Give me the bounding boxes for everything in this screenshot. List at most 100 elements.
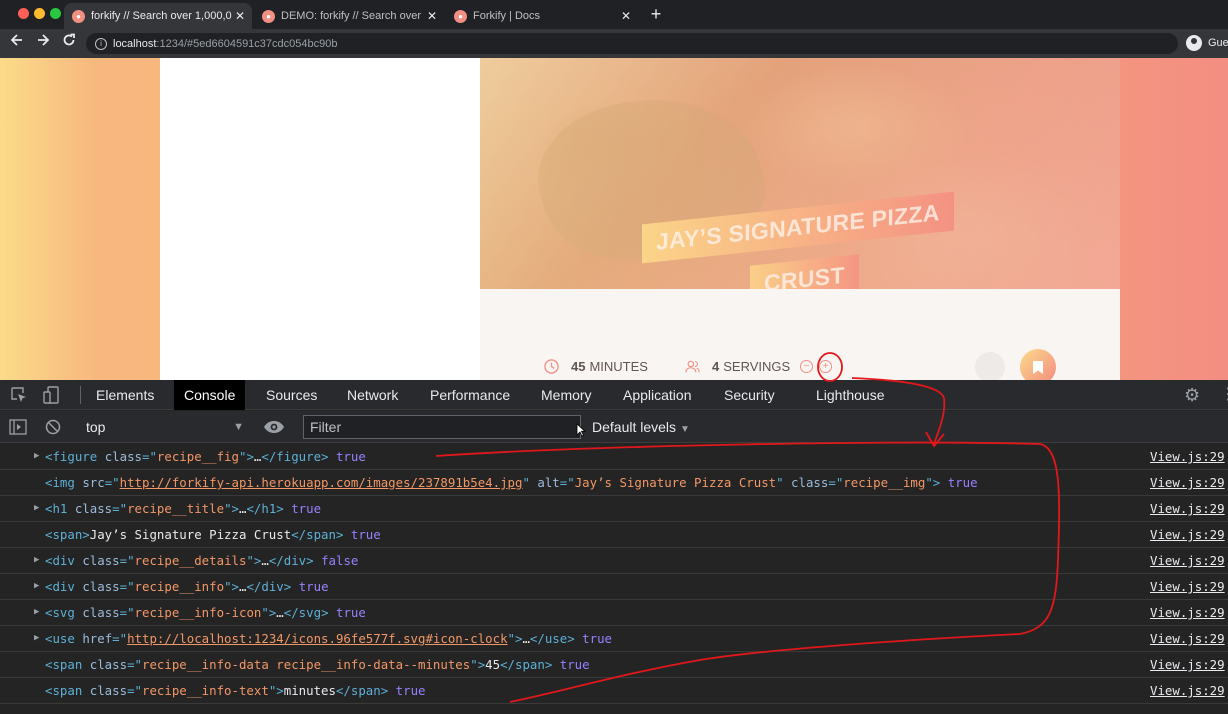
arrow-right-icon[interactable] bbox=[33, 33, 53, 53]
close-tab-icon[interactable]: ✕ bbox=[618, 9, 634, 23]
profile-icon bbox=[1186, 35, 1202, 51]
info-icon[interactable]: i bbox=[95, 37, 107, 50]
console-log-row: <span class="recipe__info-data recipe__i… bbox=[0, 652, 1228, 678]
expand-caret-icon[interactable]: ▶ bbox=[34, 626, 39, 651]
tab-network[interactable]: Network bbox=[337, 380, 408, 410]
tab-memory[interactable]: Memory bbox=[531, 380, 602, 410]
forkify-app: JAY’S SIGNATURE PIZZA CRUST 45 MINUTES 4… bbox=[160, 58, 1120, 380]
profile-label: Gue bbox=[1208, 37, 1228, 49]
address-bar[interactable]: i localhost:1234/#5ed6604591c37cdc054bc9… bbox=[86, 33, 1178, 54]
devtools-separator bbox=[80, 386, 81, 404]
console-log-message: <span class="recipe__info-text">minutes<… bbox=[45, 683, 426, 698]
devtools-tab-bar: Elements Console Sources Network Perform… bbox=[0, 380, 1228, 410]
console-source-link[interactable]: View.js:29 bbox=[1150, 574, 1225, 599]
tab-title: DEMO: forkify // Search over 1, bbox=[281, 10, 424, 22]
console-source-link[interactable]: View.js:29 bbox=[1150, 652, 1225, 677]
tab-sources[interactable]: Sources bbox=[256, 380, 327, 410]
console-log-message: <span class="recipe__info-data recipe__i… bbox=[45, 657, 590, 672]
url-path: :1234/#5ed6604591c37cdc054bc90b bbox=[156, 37, 338, 50]
minimize-window-button[interactable] bbox=[34, 8, 45, 19]
console-log-row[interactable]: ▶ <svg class="recipe__info-icon">…</svg> … bbox=[0, 600, 1228, 626]
console-log-message: <use href="http://localhost:1234/icons.9… bbox=[45, 631, 612, 646]
bookmark-icon bbox=[1033, 360, 1043, 374]
console-log-message: <div class="recipe__info">…</div> true bbox=[45, 579, 329, 594]
servings-label: SERVINGS bbox=[723, 359, 791, 374]
recipe-details: 45 MINUTES 4 SERVINGS − + bbox=[480, 289, 1120, 380]
recipe-figure: JAY’S SIGNATURE PIZZA CRUST bbox=[480, 58, 1120, 289]
reload-icon[interactable] bbox=[59, 33, 79, 53]
browser-tab-forkify[interactable]: ● forkify // Search over 1,000,000 ✕ bbox=[64, 3, 252, 29]
decrease-servings-button[interactable]: − bbox=[800, 360, 813, 373]
console-log-message: <h1 class="recipe__title">…</h1> true bbox=[45, 501, 322, 516]
expand-caret-icon[interactable]: ▶ bbox=[34, 574, 39, 599]
javascript-context-select[interactable]: top ▼ bbox=[78, 411, 248, 443]
console-log-row[interactable]: ▶ <div class="recipe__details">…</div> fa… bbox=[0, 548, 1228, 574]
console-source-link[interactable]: View.js:29 bbox=[1150, 678, 1225, 703]
browser-tab-strip: ● forkify // Search over 1,000,000 ✕ ● D… bbox=[0, 0, 1228, 29]
console-log-row[interactable]: ▶ <h1 class="recipe__title">…</h1> true Vi… bbox=[0, 496, 1228, 522]
console-source-link[interactable]: View.js:29 bbox=[1150, 522, 1225, 547]
expand-caret-icon[interactable]: ▶ bbox=[34, 548, 39, 573]
gear-icon[interactable]: ⚙ bbox=[1184, 386, 1200, 404]
console-log-message: <img src="http://forkify-api.herokuapp.c… bbox=[45, 475, 978, 490]
tab-title: Forkify | Docs bbox=[473, 10, 541, 22]
console-log-row: <span>Jay’s Signature Pizza Crust</span>… bbox=[0, 522, 1228, 548]
profile-button[interactable]: Gue bbox=[1186, 35, 1228, 51]
arrow-left-icon[interactable] bbox=[7, 33, 27, 53]
chevron-down-icon: ▼ bbox=[233, 421, 244, 433]
recipe-title-line-2: CRUST bbox=[750, 254, 859, 289]
recipe-image bbox=[523, 72, 777, 284]
expand-caret-icon[interactable]: ▶ bbox=[34, 600, 39, 625]
console-messages: ▶ <figure class="recipe__fig">…</figure> … bbox=[0, 444, 1228, 714]
close-tab-icon[interactable]: ✕ bbox=[232, 9, 248, 23]
console-log-message: <figure class="recipe__fig">…</figure> t… bbox=[45, 449, 366, 464]
forkify-favicon-icon: ● bbox=[454, 9, 467, 23]
show-sidebar-icon[interactable] bbox=[9, 419, 27, 435]
search-results-panel bbox=[160, 58, 480, 380]
inspect-element-icon[interactable] bbox=[10, 386, 28, 404]
eye-icon[interactable] bbox=[263, 420, 285, 434]
new-tab-button[interactable]: + bbox=[646, 4, 666, 24]
console-log-row[interactable]: ▶ <div class="recipe__info">…</div> true V… bbox=[0, 574, 1228, 600]
console-source-link[interactable]: View.js:29 bbox=[1150, 470, 1225, 495]
bookmark-button[interactable] bbox=[1020, 349, 1056, 380]
console-toolbar: top ▼ Default levels▼ bbox=[0, 411, 1228, 443]
console-source-link[interactable]: View.js:29 bbox=[1150, 548, 1225, 573]
console-log-row: <span class="recipe__info-text">minutes<… bbox=[0, 678, 1228, 704]
browser-tab-demo[interactable]: ● DEMO: forkify // Search over 1, ✕ bbox=[254, 3, 444, 29]
chevron-down-icon: ▼ bbox=[680, 424, 690, 435]
console-log-row[interactable]: ▶ <use href="http://localhost:1234/icons.… bbox=[0, 626, 1228, 652]
tab-title: forkify // Search over 1,000,000 bbox=[91, 10, 232, 22]
console-filter-input[interactable] bbox=[303, 415, 581, 439]
tab-lighthouse[interactable]: Lighthouse bbox=[806, 380, 895, 410]
close-window-button[interactable] bbox=[18, 8, 29, 19]
more-vertical-icon[interactable]: ⋮ bbox=[1220, 386, 1228, 404]
tab-security[interactable]: Security bbox=[714, 380, 785, 410]
console-source-link[interactable]: View.js:29 bbox=[1150, 444, 1225, 469]
recipe-minutes: 45 MINUTES bbox=[544, 359, 648, 374]
tab-elements[interactable]: Elements bbox=[86, 380, 164, 410]
console-source-link[interactable]: View.js:29 bbox=[1150, 626, 1225, 651]
tab-console[interactable]: Console bbox=[174, 380, 246, 410]
console-log-row[interactable]: ▶ <figure class="recipe__fig">…</figure> … bbox=[0, 444, 1228, 470]
expand-caret-icon[interactable]: ▶ bbox=[34, 444, 39, 469]
minutes-label: MINUTES bbox=[589, 359, 648, 374]
console-source-link[interactable]: View.js:29 bbox=[1150, 600, 1225, 625]
log-levels-dropdown[interactable]: Default levels ▼ bbox=[592, 411, 690, 443]
browser-toolbar: i localhost:1234/#5ed6604591c37cdc054bc9… bbox=[0, 29, 1228, 58]
recipe-view: JAY’S SIGNATURE PIZZA CRUST 45 MINUTES 4… bbox=[480, 58, 1120, 380]
minutes-value: 45 bbox=[571, 359, 586, 374]
tab-performance[interactable]: Performance bbox=[420, 380, 520, 410]
servings-value: 4 bbox=[712, 359, 720, 374]
close-tab-icon[interactable]: ✕ bbox=[424, 9, 440, 23]
tab-application[interactable]: Application bbox=[613, 380, 702, 410]
device-toolbar-icon[interactable] bbox=[43, 386, 61, 404]
expand-caret-icon[interactable]: ▶ bbox=[34, 496, 39, 521]
increase-servings-button[interactable]: + bbox=[819, 360, 832, 373]
browser-tab-docs[interactable]: ● Forkify | Docs ✕ bbox=[446, 3, 638, 29]
maximize-window-button[interactable] bbox=[50, 8, 61, 19]
console-source-link[interactable]: View.js:29 bbox=[1150, 496, 1225, 521]
clear-console-icon[interactable] bbox=[44, 419, 62, 435]
console-log-message: <svg class="recipe__info-icon">…</svg> t… bbox=[45, 605, 366, 620]
servings-buttons: − + bbox=[800, 360, 838, 373]
